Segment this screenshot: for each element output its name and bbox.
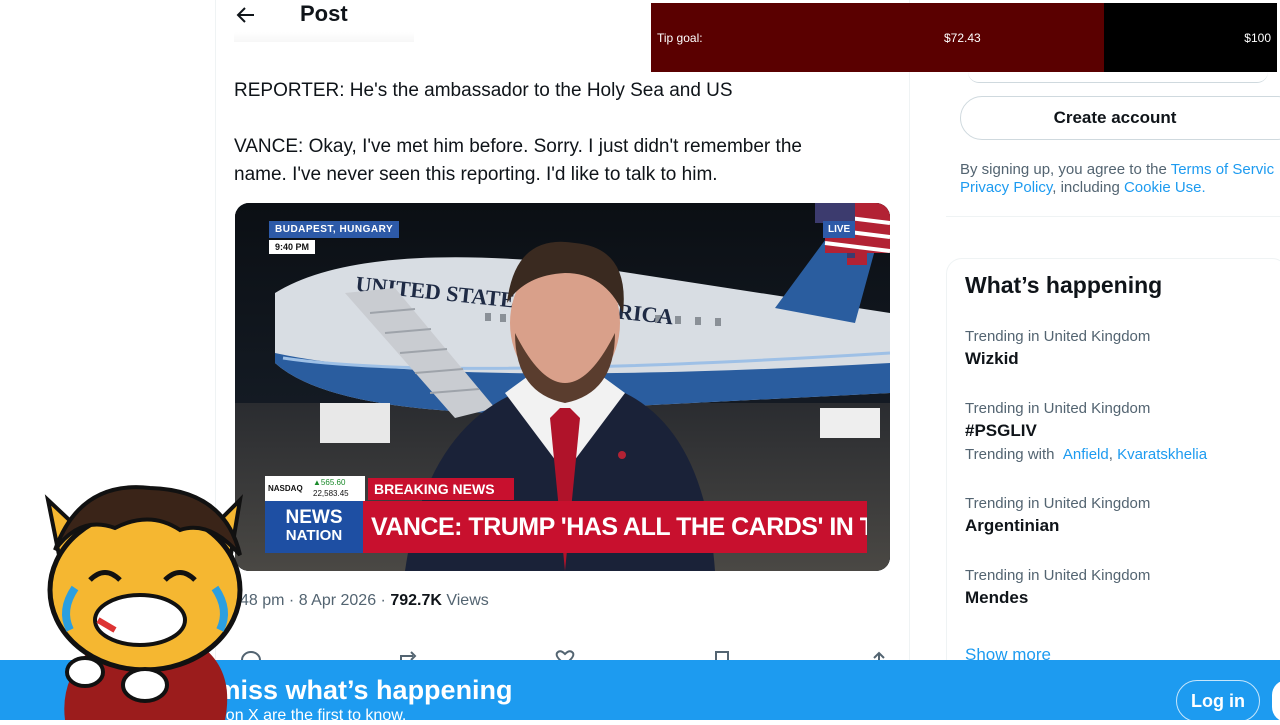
trend-context: Trending in United Kingdom	[965, 328, 1151, 345]
main-column-right-border	[909, 0, 910, 720]
logo-line-2: NATION	[285, 527, 343, 544]
trend-link-kvaratskhelia[interactable]: Kvaratskhelia	[1117, 446, 1207, 463]
nasdaq-value: 22,583.45	[313, 489, 349, 498]
trend-link-anfield[interactable]: Anfield	[1063, 446, 1109, 463]
streamer-mascot-avatar	[20, 480, 260, 720]
terms-notice: By signing up, you agree to the Terms of…	[960, 161, 1280, 197]
back-button[interactable]	[228, 0, 264, 30]
trend-related: Trending with Anfield, Kvaratskhelia	[965, 446, 1208, 463]
privacy-policy-link[interactable]: Privacy Policy	[960, 179, 1052, 196]
newsnation-logo: NEWS NATION	[265, 501, 363, 553]
trend-name: Argentinian	[965, 516, 1060, 535]
sign-up-with-google-button-edge[interactable]	[968, 72, 1268, 83]
nasdaq-ticker: NASDAQ ▲565.60 22,583.45	[265, 476, 365, 501]
trend-context: Trending in United Kingdom	[965, 567, 1151, 584]
tip-goal-progress	[651, 3, 1105, 72]
log-in-button[interactable]: Log in	[1176, 680, 1260, 722]
signup-box-divider	[946, 216, 1280, 217]
tip-goal-label: Tip goal:	[657, 31, 703, 45]
breaking-news-label: BREAKING NEWS	[368, 478, 514, 500]
trend-with-label: Trending with	[965, 446, 1055, 463]
whats-happening-title: What’s happening	[965, 272, 1163, 298]
terms-mid: , including	[1052, 179, 1120, 196]
terms-prefix: By signing up, you agree to the	[960, 161, 1167, 178]
trend-item[interactable]: Trending in United Kingdom #PSGLIV Trend…	[965, 400, 1207, 463]
cookie-use-link[interactable]: Cookie Use.	[1124, 179, 1206, 196]
time-bug: 9:40 PM	[269, 240, 316, 254]
trend-name: Mendes	[965, 588, 1029, 607]
views-count: 792.7K	[390, 592, 442, 609]
nasdaq-label: NASDAQ	[268, 484, 303, 493]
page-title: Post	[300, 1, 348, 26]
trend-item[interactable]: Trending in United Kingdom Wizkid	[965, 328, 1150, 369]
live-badge: LIVE	[823, 221, 856, 238]
terms-of-service-link[interactable]: Terms of Servic	[1171, 161, 1274, 178]
tweet-text-line-3: name. I've never seen this reporting. I'…	[234, 164, 718, 185]
trend-item[interactable]: Trending in United Kingdom Argentinian	[965, 495, 1150, 536]
tweet-text-line-1: REPORTER: He's the ambassador to the Hol…	[234, 80, 733, 101]
tweet-video[interactable]: UNITED STATES OF AMERICA BUDAPEST, HUNGA…	[235, 203, 890, 571]
tweet-text-line-2: VANCE: Okay, I've met him before. Sorry.…	[234, 136, 802, 157]
whats-happening-panel	[946, 258, 1280, 680]
arrow-left-icon	[236, 7, 254, 23]
nasdaq-change: ▲565.60	[313, 478, 346, 487]
tip-goal-target: $100	[1244, 31, 1271, 45]
clipped-text-line	[234, 32, 414, 42]
trend-name: Wizkid	[965, 349, 1019, 368]
logo-line-1: NEWS	[285, 507, 343, 528]
tip-goal-bar: Tip goal: $72.43 $100	[651, 3, 1277, 72]
create-account-button[interactable]: Create account	[960, 96, 1280, 140]
trend-item[interactable]: Trending in United Kingdom Mendes	[965, 567, 1150, 608]
trend-context: Trending in United Kingdom	[965, 495, 1151, 512]
tweet-meta: 48 pm · 8 Apr 2026 · 792.7K Views	[240, 592, 489, 610]
location-bug: BUDAPEST, HUNGARY	[269, 221, 400, 238]
headline-banner: VANCE: TRUMP 'HAS ALL THE CARDS' IN TALK…	[363, 501, 867, 553]
tip-goal-current: $72.43	[944, 31, 981, 45]
trend-context: Trending in United Kingdom	[965, 400, 1151, 417]
trend-name: #PSGLIV	[965, 421, 1037, 440]
views-label: Views	[446, 592, 489, 609]
tweet-timestamp[interactable]: 48 pm · 8 Apr 2026 ·	[240, 592, 386, 609]
